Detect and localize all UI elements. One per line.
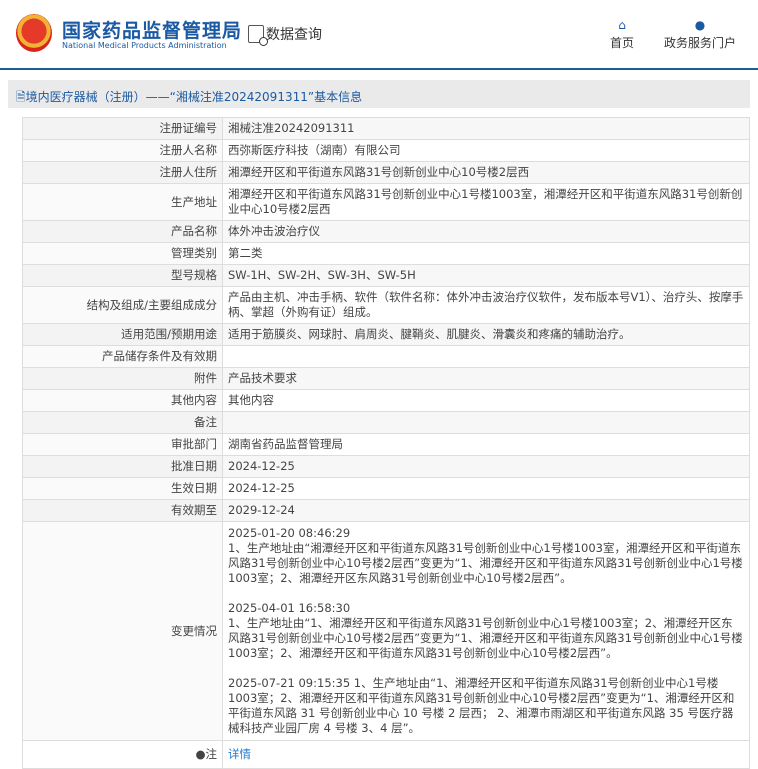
row-value: 适用于筋膜炎、网球肘、肩周炎、腱鞘炎、肌腱炎、滑囊炎和疼痛的辅助治疗。 — [222, 323, 750, 346]
row-value: 产品技术要求 — [222, 367, 750, 390]
row-label: 其他内容 — [22, 389, 223, 412]
national-emblem-logo — [16, 14, 52, 52]
row-label: 适用范围/预期用途 — [22, 323, 223, 346]
row-value: 湖南省药品监督管理局 — [222, 433, 750, 456]
row-label: 生效日期 — [22, 477, 223, 500]
row-label: 产品储存条件及有效期 — [22, 345, 223, 368]
nav-home-label: 首页 — [610, 36, 635, 50]
table-row: 附件 产品技术要求 — [22, 367, 750, 390]
row-label: 注册证编号 — [22, 117, 223, 140]
row-value — [222, 345, 750, 368]
row-value: 详情 — [222, 740, 750, 769]
table-row-note: ●注 详情 — [22, 740, 750, 769]
row-label: 管理类别 — [22, 242, 223, 265]
table-row: 结构及组成/主要组成成分 产品由主机、冲击手柄、软件（软件名称：体外冲击波治疗仪软… — [22, 286, 750, 324]
row-label: 批准日期 — [22, 455, 223, 478]
row-label: 结构及组成/主要组成成分 — [22, 286, 223, 324]
change-text: 1、生产地址由“1、湘潭经开区和平街道东风路31号创新创业中心1号楼1003室；… — [228, 616, 743, 660]
row-label: 变更情况 — [22, 521, 223, 741]
change-entry: 2025-07-21 09:15:35 1、生产地址由“1、湘潭经开区和平街道东… — [228, 676, 744, 736]
change-time: 2025-07-21 09:15:35 — [228, 676, 351, 690]
row-value — [222, 411, 750, 434]
row-label: 审批部门 — [22, 433, 223, 456]
data-query-title: 数据查询 — [248, 24, 322, 46]
nav-home[interactable]: ⌂ 首页 — [610, 18, 634, 51]
row-value: 湘潭经开区和平街道东风路31号创新创业中心1号楼1003室，湘潭经开区和平街道东… — [222, 183, 750, 221]
table-row: 注册证编号 湘械注准20242091311 — [22, 117, 750, 140]
row-label: 注册人住所 — [22, 161, 223, 184]
table-row: 有效期至 2029-12-24 — [22, 499, 750, 522]
row-value: 湘潭经开区和平街道东风路31号创新创业中心10号楼2层西 — [222, 161, 750, 184]
row-label: 有效期至 — [22, 499, 223, 522]
row-label: 型号规格 — [22, 264, 223, 287]
nav-portal-label: 政务服务门户 — [664, 36, 737, 50]
data-query-label: 数据查询 — [266, 27, 322, 43]
row-value: 2029-12-24 — [222, 499, 750, 522]
table-row: 生产地址 湘潭经开区和平街道东风路31号创新创业中心1号楼1003室，湘潭经开区和… — [22, 183, 750, 221]
document-icon: 🗎 — [16, 90, 26, 104]
document-search-icon — [248, 25, 268, 46]
row-label: 注册人名称 — [22, 139, 223, 162]
row-value: 体外冲击波治疗仪 — [222, 220, 750, 243]
nav-service-portal[interactable]: ● 政务服务门户 — [664, 18, 736, 51]
row-value: 第二类 — [222, 242, 750, 265]
table-row: 备注 — [22, 411, 750, 434]
row-value: 西弥斯医疗科技（湖南）有限公司 — [222, 139, 750, 162]
table-row: 其他内容 其他内容 — [22, 389, 750, 412]
row-value: 2024-12-25 — [222, 455, 750, 478]
logo-subtitle: National Medical Products Administration — [62, 41, 227, 50]
table-row: 注册人名称 西弥斯医疗科技（湖南）有限公司 — [22, 139, 750, 162]
details-link[interactable]: 详情 — [228, 747, 251, 761]
row-value: SW-1H、SW-2H、SW-3H、SW-5H — [222, 264, 750, 287]
row-value: 其他内容 — [222, 389, 750, 412]
table-row-changes: 变更情况 2025-01-20 08:46:29 1、生产地址由“湘潭经开区和平街道… — [22, 521, 750, 741]
table-row: 管理类别 第二类 — [22, 242, 750, 265]
change-time: 2025-01-20 08:46:29 — [228, 526, 351, 540]
row-value: 2025-01-20 08:46:29 1、生产地址由“湘潭经开区和平街道东风路3… — [222, 521, 750, 741]
table-row: 审批部门 湖南省药品监督管理局 — [22, 433, 750, 456]
row-label: 附件 — [22, 367, 223, 390]
breadcrumb-text: 境内医疗器械（注册）——“湘械注准20242091311”基本信息 — [25, 90, 363, 104]
breadcrumb: 🗎境内医疗器械（注册）——“湘械注准20242091311”基本信息 — [8, 80, 750, 108]
table-row: 生效日期 2024-12-25 — [22, 477, 750, 500]
row-value: 产品由主机、冲击手柄、软件（软件名称：体外冲击波治疗仪软件，发布版本号V1）、治… — [222, 286, 750, 324]
change-text: 1、生产地址由“湘潭经开区和平街道东风路31号创新创业中心1号楼1003室，湘潭… — [228, 541, 743, 585]
row-value: 2024-12-25 — [222, 477, 750, 500]
row-value: 湘械注准20242091311 — [222, 117, 750, 140]
row-label: 生产地址 — [22, 183, 223, 221]
row-label: 产品名称 — [22, 220, 223, 243]
table-row: 型号规格 SW-1H、SW-2H、SW-3H、SW-5H — [22, 264, 750, 287]
lightbulb-icon: ● — [195, 747, 206, 761]
change-time: 2025-04-01 16:58:30 — [228, 601, 351, 615]
user-icon: ● — [694, 18, 706, 32]
detail-table: 注册证编号 湘械注准20242091311 注册人名称 西弥斯医疗科技（湖南）有限公司… — [22, 117, 750, 769]
note-label: 注 — [205, 747, 218, 761]
change-entry: 2025-01-20 08:46:29 1、生产地址由“湘潭经开区和平街道东风路3… — [228, 526, 744, 586]
row-label: 备注 — [22, 411, 223, 434]
site-header: 国家药品监督管理局 National Medical Products Admi… — [0, 0, 758, 70]
row-label: ●注 — [22, 740, 223, 769]
home-icon: ⌂ — [618, 18, 626, 32]
table-row: 批准日期 2024-12-25 — [22, 455, 750, 478]
table-row: 注册人住所 湘潭经开区和平街道东风路31号创新创业中心10号楼2层西 — [22, 161, 750, 184]
change-entry: 2025-04-01 16:58:30 1、生产地址由“1、湘潭经开区和平街道东风… — [228, 601, 744, 661]
table-row: 产品名称 体外冲击波治疗仪 — [22, 220, 750, 243]
logo-title[interactable]: 国家药品监督管理局 — [62, 16, 242, 43]
table-row: 产品储存条件及有效期 — [22, 345, 750, 368]
table-row: 适用范围/预期用途 适用于筋膜炎、网球肘、肩周炎、腱鞘炎、肌腱炎、滑囊炎和疼痛的辅… — [22, 323, 750, 346]
